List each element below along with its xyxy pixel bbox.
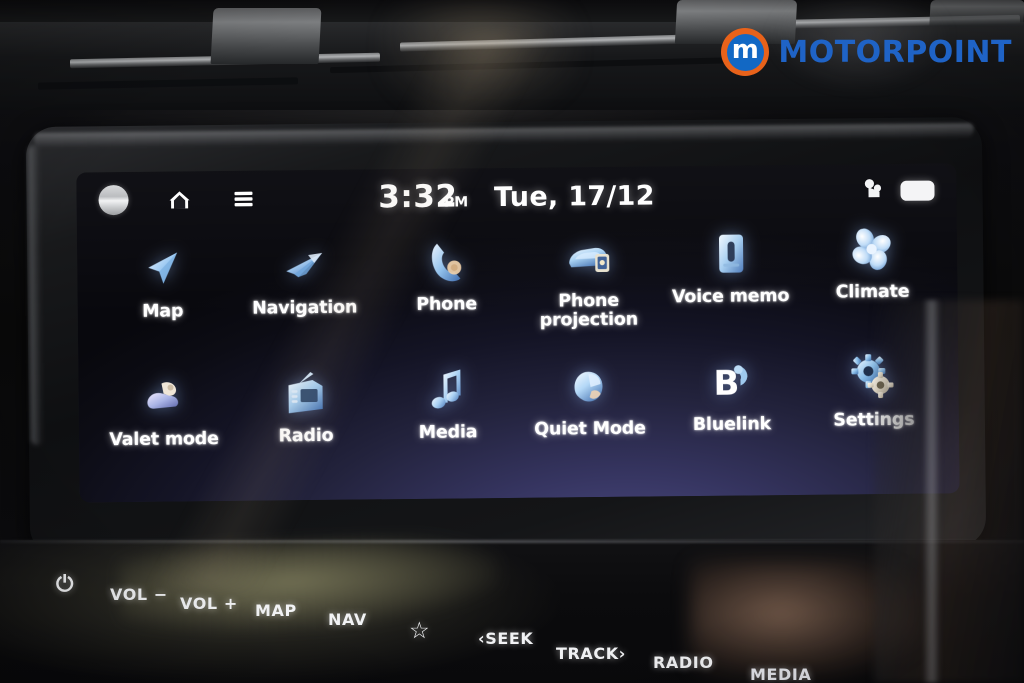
car-phone-icon — [560, 231, 617, 286]
map-arrow-icon — [134, 241, 191, 296]
dashcam-icon[interactable] — [862, 178, 888, 203]
app-grid: Map Navigation Phone Phone projection Vo… — [77, 221, 960, 486]
app-label: Voice memo — [671, 286, 790, 308]
app-media[interactable]: Media — [376, 356, 519, 485]
seek-back-button[interactable]: ‹SEEK — [478, 629, 533, 648]
clock-meridiem: PM — [443, 194, 469, 211]
media-button[interactable]: MEDIA — [750, 665, 811, 683]
clock-time: 3:32 — [378, 178, 458, 216]
volume-down-button[interactable]: VOL − — [110, 585, 168, 604]
infotainment-screenshot: m MOTORPOINT 3:32 PM Tue, 17/12 Map Navi… — [0, 0, 1024, 683]
valet-key-icon — [135, 369, 192, 424]
app-valet-mode[interactable]: Valet mode — [92, 363, 235, 492]
status-bar-left-icons — [98, 184, 256, 216]
app-label: Phone — [416, 294, 478, 315]
track-forward-button[interactable]: TRACK› — [556, 644, 626, 663]
motorpoint-logo-letter: m — [726, 33, 764, 71]
air-vent-slot — [37, 77, 299, 90]
app-label: Quiet Mode — [534, 418, 646, 440]
map-button[interactable]: MAP — [255, 601, 297, 620]
motorpoint-wordmark: MOTORPOINT — [778, 34, 1012, 70]
app-map[interactable]: Map — [91, 235, 234, 364]
app-label: Radio — [278, 425, 334, 447]
fan-icon — [844, 222, 901, 277]
status-bar-right-icons — [862, 178, 935, 204]
hamburger-menu-icon[interactable] — [230, 188, 256, 210]
app-voice-memo[interactable]: Voice memo — [659, 220, 802, 349]
phone-handset-icon — [418, 234, 475, 289]
radio-icon — [277, 366, 334, 421]
radio-button[interactable]: RADIO — [653, 653, 714, 672]
hard-key-console — [0, 532, 1024, 683]
app-bluelink[interactable]: B Bluelink — [660, 348, 803, 477]
app-quiet-mode[interactable]: Quiet Mode — [518, 352, 661, 481]
microphone-icon — [702, 226, 759, 281]
air-vent-tab — [210, 8, 322, 64]
infotainment-display[interactable]: 3:32 PM Tue, 17/12 Map Navigation Phone … — [76, 163, 960, 503]
app-label: Navigation — [252, 297, 358, 319]
housing-highlight — [27, 144, 44, 445]
app-phone[interactable]: Phone — [375, 228, 518, 357]
quiet-mode-icon — [561, 359, 618, 414]
motorpoint-logo-icon: m — [721, 28, 770, 76]
status-bar-date: Tue, 17/12 — [493, 180, 655, 214]
battery-icon — [900, 180, 935, 201]
infotainment-screen-housing: 3:32 PM Tue, 17/12 Map Navigation Phone … — [25, 117, 987, 557]
right-gloss-reflection — [874, 300, 1024, 683]
power-button[interactable]: ⏻ — [56, 572, 74, 597]
app-label: Bluelink — [692, 414, 772, 436]
volume-up-button[interactable]: VOL + — [180, 594, 238, 613]
app-label: Valet mode — [109, 429, 219, 451]
app-label: Phone projection — [539, 290, 639, 331]
app-label: Media — [418, 422, 478, 443]
music-note-icon — [419, 362, 476, 417]
app-navigation[interactable]: Navigation — [233, 231, 376, 360]
app-radio[interactable]: Radio — [234, 359, 377, 488]
motorpoint-watermark: m MOTORPOINT — [721, 28, 1012, 76]
app-phone-projection[interactable]: Phone projection — [517, 224, 660, 353]
console-glare-reflection — [118, 532, 502, 638]
navigation-arrow-icon — [276, 238, 333, 293]
home-icon[interactable] — [166, 187, 192, 211]
nav-button[interactable]: NAV — [328, 610, 367, 629]
app-label: Map — [142, 301, 184, 322]
housing-highlight — [33, 123, 974, 149]
windscreen-glare — [380, 0, 580, 120]
favourite-button[interactable]: ☆ — [409, 618, 430, 644]
console-edge-highlight — [0, 540, 1024, 543]
bluelink-b-icon: B — [703, 354, 760, 409]
profile-avatar-icon[interactable] — [98, 184, 129, 216]
right-chrome-pillar — [924, 300, 940, 683]
